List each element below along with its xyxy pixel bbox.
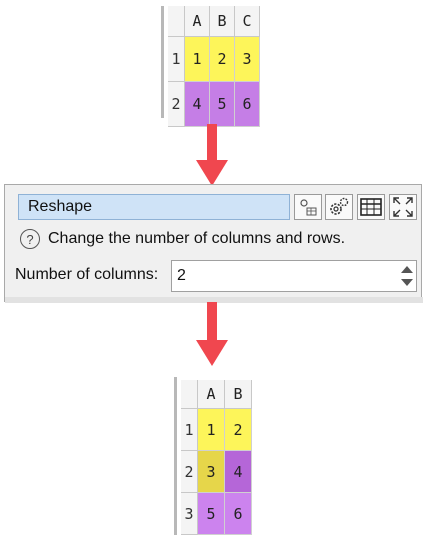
columns-label: Number of columns: bbox=[15, 266, 159, 283]
settings-button[interactable] bbox=[325, 194, 353, 220]
data-cell[interactable]: 1 bbox=[184, 36, 210, 82]
column-header[interactable]: A bbox=[184, 6, 210, 37]
column-header[interactable]: B bbox=[209, 6, 235, 37]
down-arrow-icon bbox=[196, 124, 228, 186]
data-cell[interactable]: 6 bbox=[234, 81, 260, 127]
connections-button[interactable] bbox=[294, 194, 322, 220]
connections-icon bbox=[300, 199, 317, 216]
settings-gear-icon bbox=[330, 197, 349, 215]
grid-left-rule bbox=[174, 377, 177, 535]
maximize-button[interactable] bbox=[389, 194, 417, 220]
reshape-panel: Reshape ? Change the number of columns a… bbox=[4, 184, 423, 303]
row-header[interactable]: 1 bbox=[168, 36, 185, 82]
help-text: Change the number of columns and rows. bbox=[48, 230, 346, 247]
column-header[interactable]: A bbox=[197, 380, 225, 409]
row-header[interactable]: 3 bbox=[181, 492, 198, 535]
data-table-button[interactable] bbox=[357, 194, 385, 220]
row-header[interactable]: 2 bbox=[181, 450, 198, 493]
column-header[interactable]: B bbox=[224, 380, 252, 409]
data-cell[interactable]: 3 bbox=[197, 450, 225, 493]
help-icon[interactable]: ? bbox=[20, 229, 40, 249]
spinbox-buttons bbox=[398, 261, 416, 291]
data-cell[interactable]: 2 bbox=[209, 36, 235, 82]
spin-down-icon[interactable] bbox=[401, 279, 413, 286]
data-cell[interactable]: 4 bbox=[184, 81, 210, 127]
data-cell[interactable]: 6 bbox=[224, 492, 252, 535]
data-cell[interactable]: 2 bbox=[224, 408, 252, 451]
input-grid: A B C 1 1 2 3 2 4 5 6 bbox=[168, 6, 260, 127]
data-cell[interactable]: 3 bbox=[234, 36, 260, 82]
help-row: ? Change the number of columns and rows. bbox=[20, 229, 345, 249]
grid-left-rule bbox=[161, 6, 164, 118]
data-cell[interactable]: 4 bbox=[224, 450, 252, 493]
columns-spinbox[interactable]: 2 bbox=[171, 260, 417, 292]
down-arrow-icon bbox=[196, 302, 228, 366]
maximize-icon bbox=[393, 197, 413, 217]
data-cell[interactable]: 5 bbox=[209, 81, 235, 127]
data-cell[interactable]: 5 bbox=[197, 492, 225, 535]
column-header[interactable]: C bbox=[234, 6, 260, 37]
grid-corner bbox=[168, 6, 185, 37]
row-header[interactable]: 1 bbox=[181, 408, 198, 451]
transform-title[interactable]: Reshape bbox=[18, 194, 290, 220]
output-grid: A B 1 1 2 2 3 4 3 5 6 bbox=[181, 380, 252, 535]
columns-value[interactable]: 2 bbox=[177, 267, 186, 285]
row-header[interactable]: 2 bbox=[168, 81, 185, 127]
data-table-icon bbox=[360, 198, 382, 216]
spin-up-icon[interactable] bbox=[401, 266, 413, 273]
grid-corner bbox=[181, 380, 198, 409]
data-cell[interactable]: 1 bbox=[197, 408, 225, 451]
